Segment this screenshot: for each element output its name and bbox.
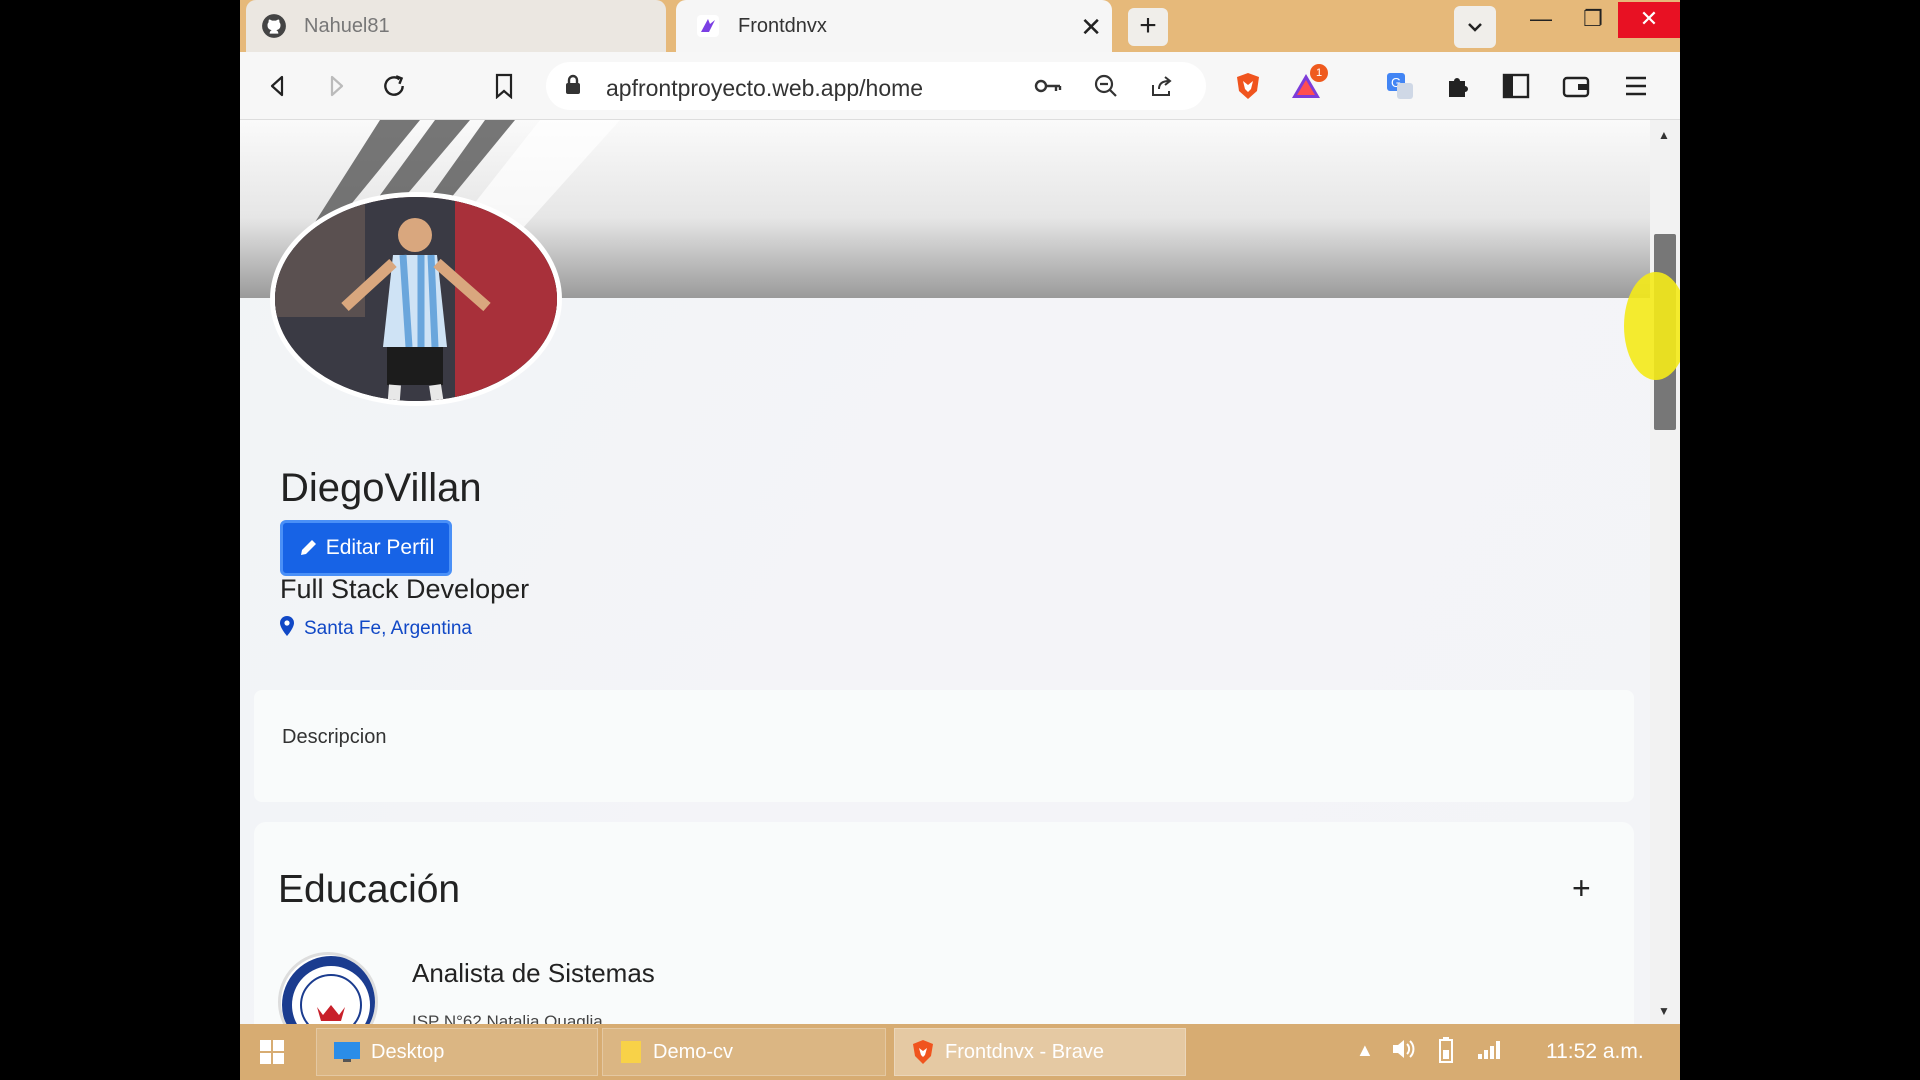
reload-icon[interactable] <box>376 68 412 104</box>
volume-icon[interactable] <box>1390 1036 1416 1067</box>
new-tab-button[interactable]: + <box>1128 8 1168 46</box>
tab-title: Nahuel81 <box>304 14 390 37</box>
os-taskbar: Desktop Demo-cv Frontdnvx - Brave ▲ 11:5… <box>240 1024 1680 1080</box>
taskbar-label: Desktop <box>371 1040 445 1063</box>
forward-arrow-icon[interactable] <box>318 68 354 104</box>
notification-badge: 1 <box>1310 64 1328 82</box>
brave-rewards-icon[interactable]: 1 <box>1288 64 1328 104</box>
education-title: Educación <box>278 868 461 911</box>
taskbar-item-desktop[interactable]: Desktop <box>316 1028 598 1076</box>
page-content: DiegoVillan Editar Perfil Full Stack Dev… <box>240 120 1650 1024</box>
github-icon <box>260 12 288 40</box>
share-icon[interactable] <box>1144 68 1180 104</box>
key-icon[interactable] <box>1030 68 1066 104</box>
profile-name: DiegoVillan <box>280 466 482 510</box>
taskbar-label: Frontdnvx - Brave <box>945 1040 1104 1063</box>
brave-shields-icon[interactable] <box>1230 68 1266 104</box>
description-card: Descripcion <box>254 690 1634 802</box>
sidebar-toggle-icon[interactable] <box>1498 68 1534 104</box>
app-favicon-icon <box>694 12 722 40</box>
hamburger-menu-icon[interactable] <box>1618 68 1654 104</box>
zoom-out-icon[interactable] <box>1088 68 1124 104</box>
cursor-highlight <box>1624 272 1680 380</box>
brave-icon <box>911 1039 935 1065</box>
taskbar-label: Demo-cv <box>653 1040 734 1063</box>
url-text: apfrontproyecto.web.app/home <box>606 75 924 101</box>
scroll-up-arrow-icon[interactable]: ▲ <box>1658 128 1670 142</box>
battery-icon[interactable] <box>1438 1036 1454 1069</box>
profile-title: Full Stack Developer <box>280 574 530 604</box>
address-bar[interactable]: apfrontproyecto.web.app/home <box>546 62 1206 110</box>
scroll-down-arrow-icon[interactable]: ▼ <box>1658 1004 1670 1018</box>
network-signal-icon[interactable] <box>1476 1038 1504 1065</box>
bookmark-icon[interactable] <box>486 68 522 104</box>
extensions-puzzle-icon[interactable] <box>1440 68 1476 104</box>
tray-expand-icon[interactable]: ▲ <box>1356 1040 1374 1061</box>
desktop-icon <box>333 1040 361 1064</box>
tab-nahuel81[interactable]: Nahuel81 <box>246 0 666 52</box>
wallet-icon[interactable] <box>1558 68 1594 104</box>
taskbar-item-demo-cv[interactable]: Demo-cv <box>602 1028 886 1076</box>
page-scrollbar[interactable]: ▲ ▼ <box>1650 120 1680 1024</box>
translate-icon[interactable]: G <box>1382 68 1418 104</box>
education-degree: Analista de Sistemas <box>412 958 655 988</box>
location-text: Santa Fe, Argentina <box>304 618 472 639</box>
taskbar-item-brave[interactable]: Frontdnvx - Brave <box>894 1028 1186 1076</box>
browser-tab-bar: Nahuel81 Frontdnvx ✕ + — ❐ ✕ <box>240 0 1680 52</box>
windows-start-icon[interactable] <box>258 1038 286 1071</box>
lock-icon <box>564 74 582 101</box>
map-pin-icon <box>280 616 304 642</box>
close-window-button[interactable]: ✕ <box>1618 2 1680 38</box>
back-arrow-icon[interactable] <box>260 68 296 104</box>
education-section: Educación + Analista de Sistemas ISP N°6… <box>254 822 1634 1024</box>
screen: Nahuel81 Frontdnvx ✕ + — ❐ ✕ apfrontproy… <box>240 0 1680 1080</box>
tab-title: Frontdnvx <box>738 14 827 37</box>
minimize-window-button[interactable]: — <box>1516 2 1566 38</box>
profile-location: Santa Fe, Argentina <box>280 616 472 642</box>
tab-search-chevron-down-icon[interactable] <box>1454 6 1496 48</box>
folder-icon <box>619 1039 643 1065</box>
browser-toolbar: apfrontproyecto.web.app/home 1 G <box>240 52 1680 120</box>
taskbar-clock[interactable]: 11:52 a.m. <box>1546 1040 1644 1064</box>
restore-window-button[interactable]: ❐ <box>1568 2 1618 38</box>
education-institution: ISP N°62 Natalia Quaglia <box>412 1012 603 1024</box>
edit-profile-label: Editar Perfil <box>325 536 435 559</box>
close-tab-icon[interactable]: ✕ <box>1080 12 1102 43</box>
institution-logo <box>278 952 378 1024</box>
add-education-button[interactable]: + <box>1572 870 1591 907</box>
edit-profile-button[interactable]: Editar Perfil <box>280 520 452 576</box>
tab-frontdnvx[interactable]: Frontdnvx ✕ <box>676 0 1112 52</box>
profile-avatar <box>270 192 562 406</box>
description-text: Descripcion <box>282 726 387 748</box>
pencil-icon <box>298 538 318 558</box>
